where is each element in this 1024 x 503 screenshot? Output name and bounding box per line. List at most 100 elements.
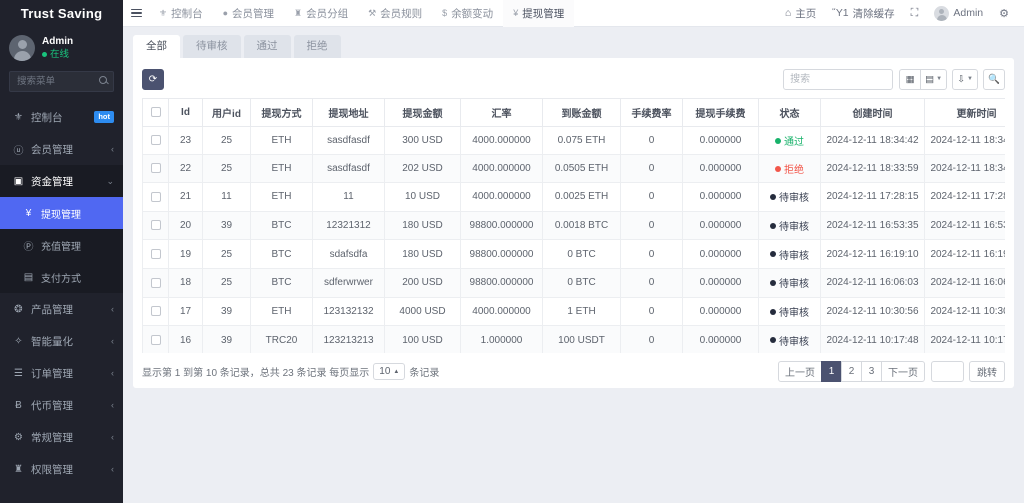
user-status-label: 在线 — [50, 49, 69, 62]
toolbar-right: ▦ ▤▼ ⇩▼ 🔍 — [783, 69, 1005, 90]
per-page-select[interactable]: 10 ▲ — [373, 363, 405, 380]
page-jump-input[interactable] — [931, 361, 964, 382]
sidebar-user[interactable]: Admin 在线 — [0, 27, 123, 71]
row-checkbox[interactable] — [151, 335, 161, 345]
tab-1[interactable]: 待审核 — [183, 35, 241, 58]
columns-icon[interactable]: ▦ — [899, 69, 921, 90]
table-row: 2111ETH1110 USD4000.0000000.0025 ETH00.0… — [143, 183, 1006, 212]
table-row: 2325ETHsasdfasdf300 USD4000.0000000.075 … — [143, 127, 1006, 155]
sidebar-item-5[interactable]: ☰订单管理‹ — [0, 357, 123, 389]
status-dot-icon — [770, 251, 776, 257]
sidebar-item-label: 代币管理 — [31, 398, 105, 413]
cell-amount: 4000 USD — [385, 297, 461, 326]
cell-method: TRC20 — [251, 326, 313, 353]
page-2[interactable]: 2 — [841, 361, 862, 382]
page-prev[interactable]: 上一页 — [778, 361, 822, 382]
user-icon: ⓤ — [12, 142, 25, 157]
status-badge: 待审核 — [779, 275, 809, 290]
topnav-item-label: 提现管理 — [522, 6, 564, 21]
topnav-item-4[interactable]: $ 余额变动 — [432, 0, 503, 27]
record-summary-suffix: 条记录 — [409, 364, 439, 379]
sidebar-item-1[interactable]: ⓤ会员管理‹ — [0, 133, 123, 165]
row-checkbox[interactable] — [151, 306, 161, 316]
sidebar-item-2[interactable]: ▣资金管理⌄ — [0, 165, 123, 197]
page-jump-button[interactable]: 跳转 — [969, 361, 1005, 382]
tab-0[interactable]: 全部 — [133, 35, 180, 58]
pagination: 上一页123下一页 跳转 — [778, 361, 1005, 382]
hamburger-icon[interactable] — [123, 0, 149, 27]
row-checkbox[interactable] — [151, 192, 161, 202]
dollar-icon: $ — [442, 8, 447, 18]
sidebar-item-label: 产品管理 — [31, 302, 105, 317]
cell-received: 0 BTC — [543, 240, 621, 269]
topnav-item-label: 余额变动 — [451, 6, 493, 21]
topbar-right: ⌂主页Ὕ1清除缓存⛶Admin⚙ — [778, 0, 1016, 27]
sidebar-item-label: 权限管理 — [31, 462, 105, 477]
sidebar-subitem-1[interactable]: Ⓟ充值管理 — [0, 229, 123, 261]
sidebar-item-6[interactable]: Ƀ代币管理‹ — [0, 389, 123, 421]
table-body: 2325ETHsasdfasdf300 USD4000.0000000.075 … — [143, 127, 1006, 354]
row-checkbox[interactable] — [151, 135, 161, 145]
topnav-item-label: 控制台 — [171, 6, 203, 21]
topnav-item-3[interactable]: ⚒会员规则 — [358, 0, 432, 27]
sidebar-item-3[interactable]: ❂产品管理‹ — [0, 293, 123, 325]
row-checkbox[interactable] — [151, 163, 161, 173]
row-checkbox[interactable] — [151, 220, 161, 230]
table-row: 1825BTCsdferwrwer200 USD98800.0000000 BT… — [143, 269, 1006, 298]
topbar-right-label: 清除缓存 — [853, 6, 895, 21]
cell-received: 100 USDT — [543, 326, 621, 353]
topnav-item-0[interactable]: ⚜控制台 — [149, 0, 213, 27]
fullscreen-icon[interactable]: ⛶ — [904, 0, 926, 27]
cell-address: 123213213 — [313, 326, 385, 353]
cell-id: 22 — [169, 155, 203, 183]
cell-amount: 200 USD — [385, 269, 461, 298]
topnav-item-1[interactable]: ●会员管理 — [213, 0, 284, 27]
cell-user_id: 25 — [203, 240, 251, 269]
select-all-checkbox[interactable] — [151, 107, 161, 117]
status-badge: 待审核 — [779, 218, 809, 233]
cell-address: sdferwrwer — [313, 269, 385, 298]
sidebar-subitem-0[interactable]: ¥提现管理 — [0, 197, 123, 229]
sidebar-item-8[interactable]: ♜权限管理‹ — [0, 453, 123, 485]
sidebar-item-4[interactable]: ✧智能量化‹ — [0, 325, 123, 357]
cell-fee_rate: 0 — [621, 155, 683, 183]
row-checkbox[interactable] — [151, 249, 161, 259]
cell-status: 待审核 — [759, 240, 821, 269]
topnav-item-5[interactable]: ¥提现管理 — [503, 0, 574, 27]
cell-user_id: 25 — [203, 269, 251, 298]
column-header-9: 提现手续费 — [683, 99, 759, 127]
cogs-icon: ⚙ — [12, 432, 25, 443]
card-icon: ▤ — [22, 272, 35, 283]
topbar-right-item-1[interactable]: Ὕ1清除缓存 — [825, 0, 901, 27]
refresh-icon[interactable]: ⟳ — [142, 69, 164, 90]
row-checkbox-cell — [143, 211, 169, 240]
sidebar-subitem-2[interactable]: ▤支付方式 — [0, 261, 123, 293]
gear-icon[interactable]: ⚙ — [992, 0, 1016, 27]
tab-2[interactable]: 通过 — [244, 35, 291, 58]
export-icon[interactable]: ⇩▼ — [952, 69, 978, 90]
table-row: 1639TRC20123213213100 USD1.000000100 USD… — [143, 326, 1006, 353]
search-input[interactable] — [783, 69, 893, 90]
cell-created: 2024-12-11 16:53:35 — [821, 211, 925, 240]
search-icon[interactable]: 🔍 — [983, 69, 1005, 90]
cell-rate: 98800.000000 — [461, 211, 543, 240]
tab-3[interactable]: 拒绝 — [294, 35, 341, 58]
avatar — [934, 6, 949, 21]
cell-fee: 0.000000 — [683, 297, 759, 326]
page-3[interactable]: 3 — [861, 361, 882, 382]
page-1[interactable]: 1 — [821, 361, 842, 382]
menu-search-input[interactable] — [9, 71, 114, 92]
sidebar-item-0[interactable]: ⚜控制台hot — [0, 101, 123, 133]
topnav-item-2[interactable]: ♜会员分组 — [284, 0, 358, 27]
cell-updated: 2024-12-11 16:19:10 — [925, 240, 1006, 269]
topbar-user[interactable]: Admin — [927, 0, 990, 27]
grid-icon[interactable]: ▤▼ — [920, 69, 947, 90]
cell-fee_rate: 0 — [621, 326, 683, 353]
row-checkbox[interactable] — [151, 278, 161, 288]
page-next[interactable]: 下一页 — [881, 361, 925, 382]
cell-user_id: 11 — [203, 183, 251, 212]
cell-updated: 2024-12-11 10:30:56 — [925, 297, 1006, 326]
main-area: ⚜控制台●会员管理♜会员分组⚒会员规则 $ 余额变动 ¥提现管理 ⌂主页Ὕ1清除缓存⛶… — [123, 0, 1024, 503]
sidebar-item-7[interactable]: ⚙常规管理‹ — [0, 421, 123, 453]
topbar-right-item-0[interactable]: ⌂主页 — [778, 0, 823, 27]
